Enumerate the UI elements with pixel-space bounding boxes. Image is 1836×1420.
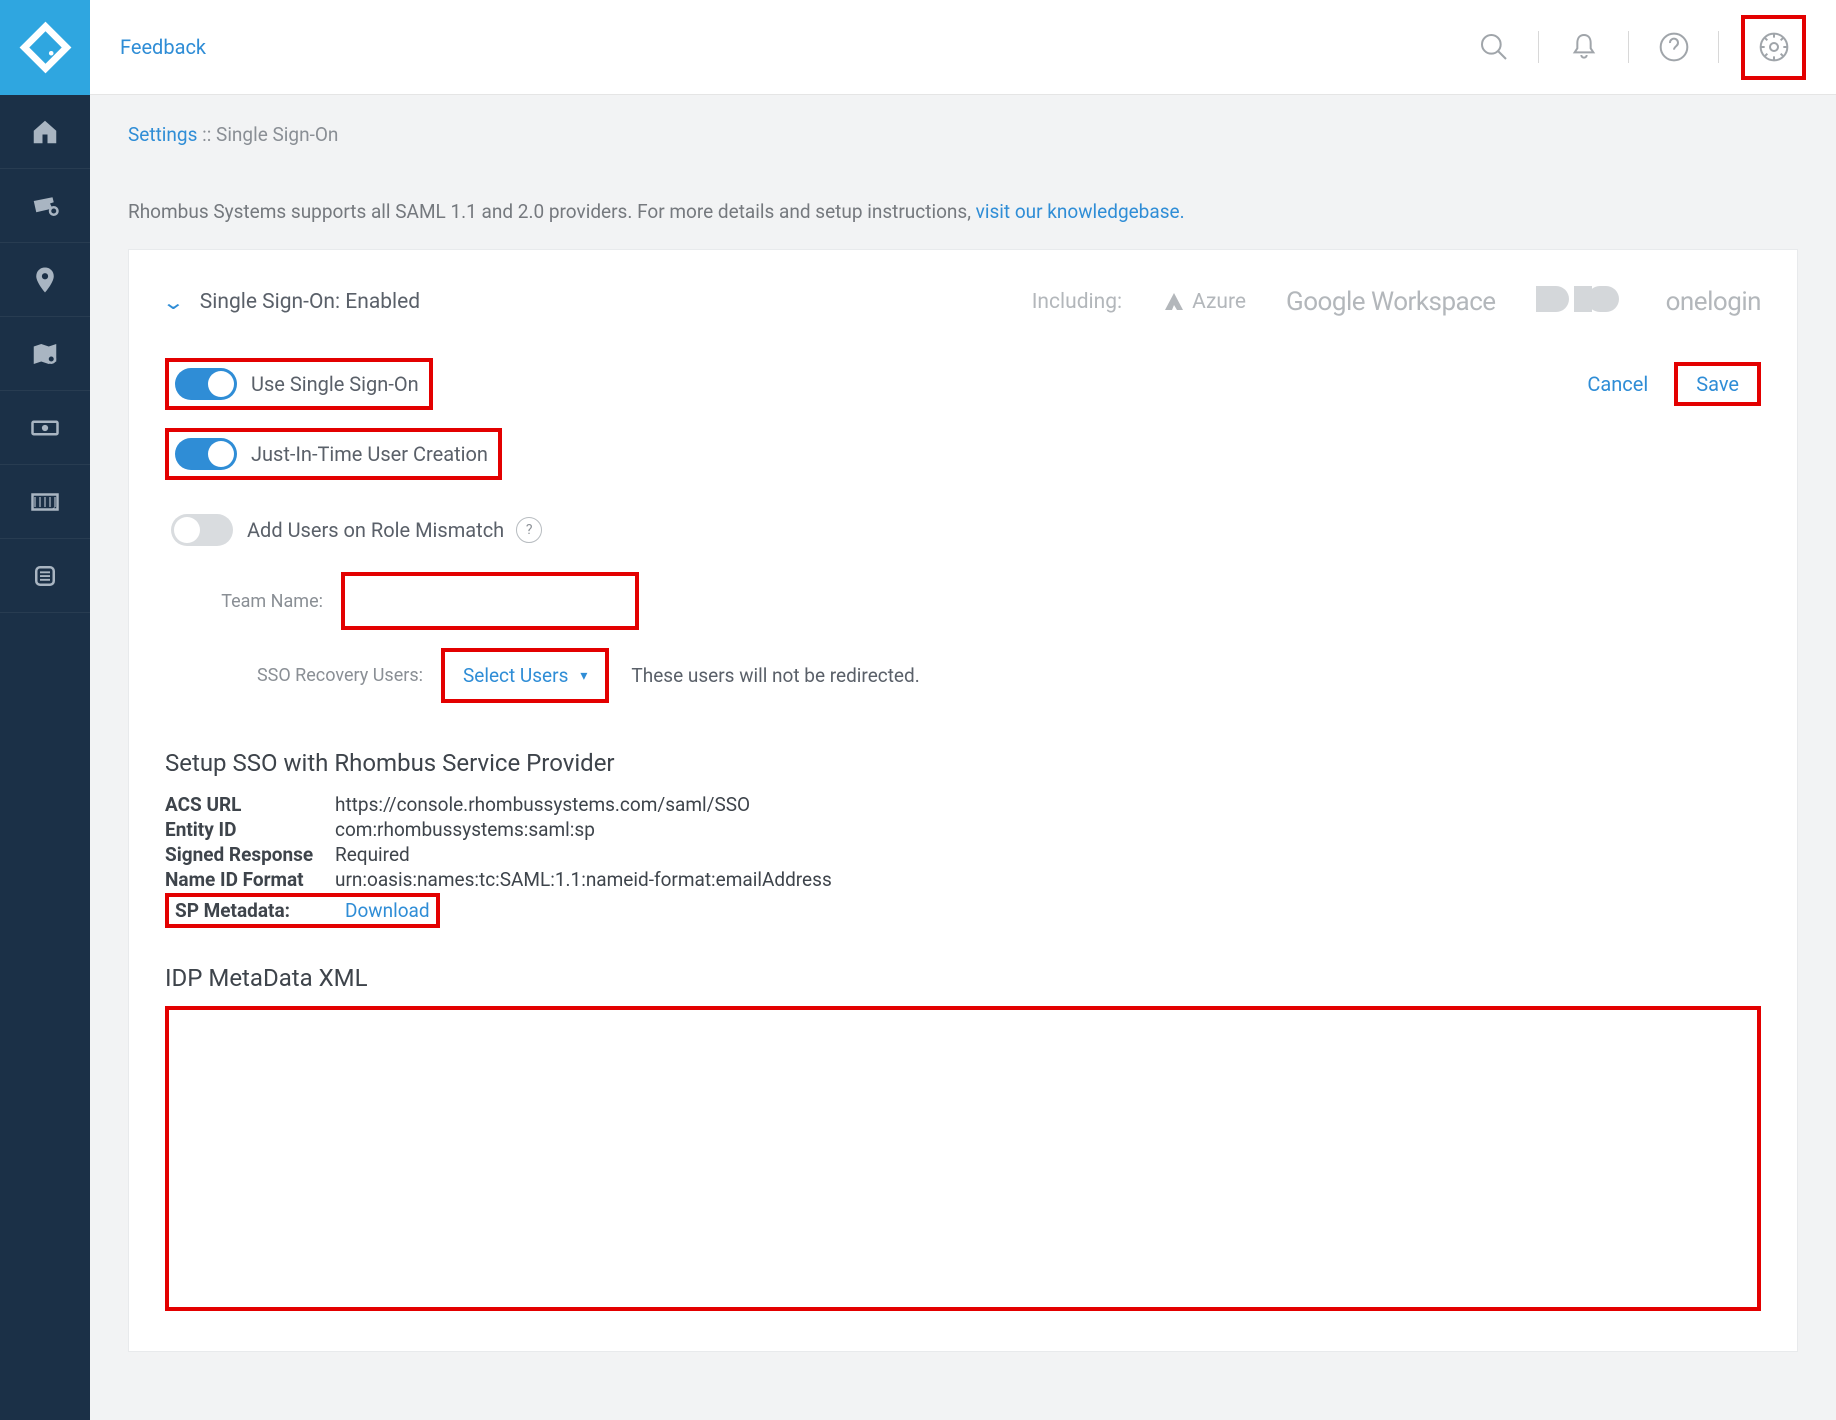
use-sso-label: Use Single Sign-On: [251, 372, 419, 396]
save-highlight: Save: [1674, 362, 1761, 406]
provider-duo: [1536, 286, 1626, 318]
gear-icon[interactable]: [1751, 25, 1796, 70]
use-sso-highlight: Use Single Sign-On: [165, 358, 433, 410]
nav-location[interactable]: [0, 243, 90, 317]
chevron-down-icon: ▾: [580, 668, 587, 684]
nav-map[interactable]: [0, 317, 90, 391]
nav-home[interactable]: [0, 95, 90, 169]
breadcrumb-root[interactable]: Settings: [128, 123, 197, 146]
sp-metadata-highlight: SP Metadata:Download: [165, 893, 440, 928]
entity-id-val: com:rhombussystems:saml:sp: [335, 818, 595, 841]
nav-camera[interactable]: [0, 169, 90, 243]
cancel-button[interactable]: Cancel: [1587, 372, 1648, 396]
provider-onelogin: onelogin: [1666, 287, 1761, 317]
provider-azure: Azure: [1162, 290, 1246, 314]
select-users-highlight: Select Users ▾: [441, 648, 609, 703]
help-icon[interactable]: [1651, 25, 1696, 70]
nav-list[interactable]: [0, 539, 90, 613]
acs-url-key: ACS URL: [165, 793, 335, 816]
bell-icon[interactable]: [1561, 25, 1606, 70]
team-name-input[interactable]: [345, 576, 635, 626]
jit-highlight: Just-In-Time User Creation: [165, 428, 502, 480]
mismatch-label: Add Users on Role Mismatch: [247, 518, 504, 542]
sso-status-title: Single Sign-On: Enabled: [200, 290, 420, 314]
divider: [1718, 31, 1719, 63]
provider-google: Google Workspace: [1286, 287, 1496, 317]
logo[interactable]: [0, 0, 90, 95]
nameid-key: Name ID Format: [165, 868, 335, 891]
select-users-dropdown[interactable]: Select Users ▾: [453, 658, 597, 693]
jit-label: Just-In-Time User Creation: [251, 442, 488, 466]
nav-video[interactable]: [0, 465, 90, 539]
content: Settings :: Single Sign-On Rhombus Syste…: [90, 95, 1836, 1420]
mismatch-toggle[interactable]: [171, 514, 233, 546]
sso-panel: ⌄ Single Sign-On: Enabled Including: Azu…: [128, 249, 1798, 1352]
idp-title: IDP MetaData XML: [165, 964, 1761, 992]
chevron-down-icon[interactable]: ⌄: [162, 290, 185, 314]
recovery-hint: These users will not be redirected.: [631, 664, 919, 687]
help-tooltip-icon[interactable]: ?: [516, 517, 542, 543]
save-button[interactable]: Save: [1696, 372, 1739, 396]
divider: [1628, 31, 1629, 63]
providers: Including: Azure Google Workspace onelog…: [1032, 286, 1761, 318]
idp-xml-textarea[interactable]: [165, 1006, 1761, 1311]
breadcrumb-page: Single Sign-On: [216, 123, 338, 146]
team-name-label: Team Name:: [193, 591, 323, 612]
settings-highlight: [1741, 15, 1806, 80]
use-sso-toggle[interactable]: [175, 368, 237, 400]
sidebar: [0, 0, 90, 1420]
info-text: Rhombus Systems supports all SAML 1.1 an…: [90, 174, 1836, 249]
including-label: Including:: [1032, 290, 1122, 314]
signed-key: Signed Response: [165, 843, 335, 866]
team-name-highlight: [341, 572, 639, 630]
jit-toggle[interactable]: [175, 438, 237, 470]
feedback-link[interactable]: Feedback: [120, 35, 206, 59]
recovery-users-label: SSO Recovery Users:: [193, 665, 423, 686]
entity-id-key: Entity ID: [165, 818, 335, 841]
select-users-text: Select Users: [463, 664, 568, 687]
sp-meta-key: SP Metadata:: [175, 899, 345, 922]
nameid-val: urn:oasis:names:tc:SAML:1.1:nameid-forma…: [335, 868, 832, 891]
sp-section-title: Setup SSO with Rhombus Service Provider: [165, 749, 1761, 777]
divider: [1538, 31, 1539, 63]
kb-link[interactable]: visit our knowledgebase.: [976, 200, 1185, 223]
sp-metadata-download[interactable]: Download: [345, 899, 430, 922]
nav-money[interactable]: [0, 391, 90, 465]
topbar: Feedback: [90, 0, 1836, 95]
acs-url-val: https://console.rhombussystems.com/saml/…: [335, 793, 750, 816]
info-text-body: Rhombus Systems supports all SAML 1.1 an…: [128, 200, 976, 223]
breadcrumb: Settings :: Single Sign-On: [90, 95, 1836, 174]
breadcrumb-sep: ::: [197, 123, 216, 146]
search-icon[interactable]: [1471, 25, 1516, 70]
signed-val: Required: [335, 843, 410, 866]
main: Feedback Settings :: Single Sign-On: [90, 0, 1836, 1420]
